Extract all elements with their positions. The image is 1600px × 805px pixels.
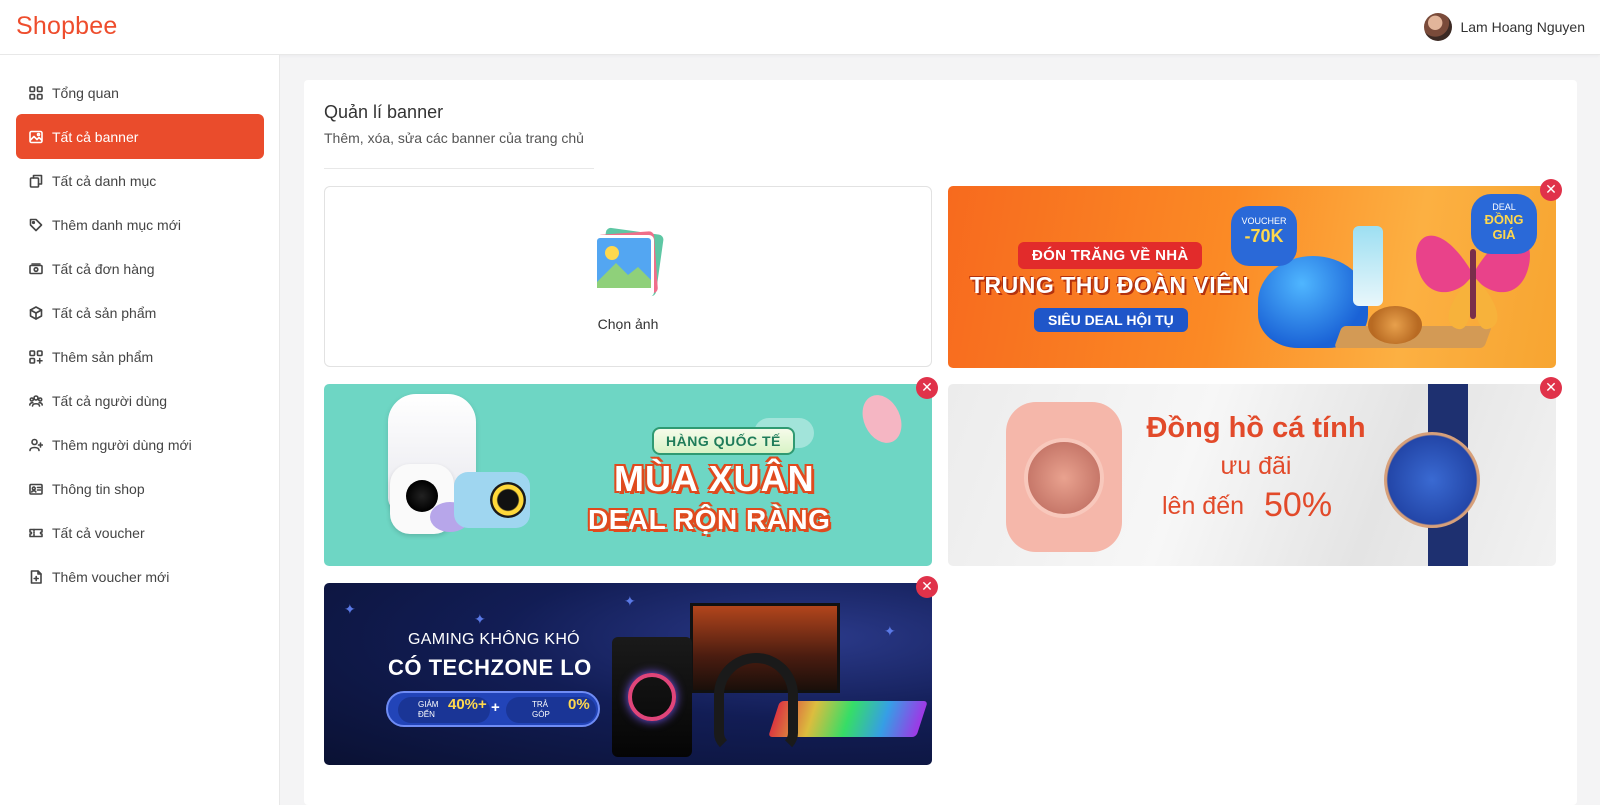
voucher-caption: VOUCHER — [1241, 216, 1287, 226]
sidebar-item-all-products[interactable]: Tất cả sản phẩm — [16, 290, 264, 335]
banner-headline: MÙA XUÂN — [614, 458, 815, 499]
ticket-icon — [29, 526, 43, 540]
banner-headline: DEAL RỘN RÀNG — [588, 504, 831, 535]
snowflake-icon: ✦ — [884, 623, 896, 639]
sidebar-item-all-banners[interactable]: Tất cả banner — [16, 114, 264, 159]
image-icon — [29, 130, 43, 144]
banner-subline: ưu đãi — [1220, 452, 1292, 480]
banner-tag: ĐÓN TRĂNG VỀ NHÀ — [1018, 242, 1203, 269]
remove-banner-button[interactable]: ✕ — [916, 377, 938, 399]
promo-value: 0% — [568, 696, 590, 713]
sidebar-item-label: Tất cả banner — [52, 128, 139, 145]
discount-pill: GIẢM ĐẾN 40%+ — [398, 697, 490, 723]
dashboard-icon — [29, 85, 43, 100]
divider — [324, 168, 594, 169]
banner-dong-ho[interactable]: Đồng hồ cá tính ưu đãi lên đến 50% — [948, 384, 1556, 566]
sidebar-item-label: Tất cả voucher — [52, 524, 145, 541]
id-card-icon — [29, 482, 43, 496]
camera-lens — [490, 482, 526, 518]
kid-camera-image — [454, 472, 530, 528]
sidebar-item-label: Thêm danh mục mới — [52, 216, 182, 233]
banner-headline: CÓ TECHZONE LO — [388, 655, 592, 680]
banner-headline: TRUNG THU ĐOÀN VIÊN — [970, 272, 1250, 298]
banner-tag: HÀNG QUỐC TẾ — [652, 427, 795, 455]
sidebar-item-all-users[interactable]: Tất cả người dùng — [16, 378, 264, 423]
avatar[interactable] — [1424, 13, 1453, 41]
banner-mua-xuan[interactable]: HÀNG QUỐC TẾ MÙA XUÂN DEAL RỘN RÀNG — [324, 384, 932, 566]
remove-banner-button[interactable]: ✕ — [916, 576, 938, 598]
speaker-light — [628, 673, 676, 721]
sidebar-item-label: Thêm voucher mới — [52, 568, 170, 585]
pencil-case-image — [1353, 226, 1383, 306]
speaker-image — [612, 637, 692, 757]
banner-trung-thu[interactable]: ĐÓN TRĂNG VỀ NHÀ TRUNG THU ĐOÀN VIÊN SIÊ… — [948, 186, 1556, 368]
snowflake-icon: ✦ — [344, 601, 356, 617]
sidebar-item-label: Tổng quan — [52, 84, 119, 101]
page-title: Quản lí banner — [324, 102, 444, 122]
installment-pill: TRẢ GÓP 0% — [506, 697, 596, 723]
deal-value: GIÁ — [1492, 227, 1516, 242]
sidebar-item-all-orders[interactable]: Tất cả đơn hàng — [16, 246, 264, 291]
mouse-image — [855, 388, 909, 450]
sidebar-item-all-vouchers[interactable]: Tất cả voucher — [16, 510, 264, 555]
sidebar-item-label: Thêm sản phẩm — [52, 348, 154, 365]
sidebar: Tổng quan Tất cả banner Tất cả danh mục … — [0, 55, 280, 805]
sidebar-item-add-product[interactable]: Thêm sản phẩm — [16, 334, 264, 379]
sidebar-item-label: Tất cả người dùng — [52, 392, 168, 409]
money-icon — [29, 262, 43, 276]
snowflake-icon: ✦ — [624, 593, 636, 609]
voucher-badge: VOUCHER -70K — [1231, 206, 1297, 266]
promo-value: 40%+ — [448, 696, 487, 713]
copy-icon — [29, 174, 43, 188]
banner-tag: SIÊU DEAL HỘI TỤ — [1034, 308, 1188, 332]
sidebar-item-add-category[interactable]: Thêm danh mục mới — [16, 202, 264, 247]
user-plus-icon — [29, 438, 43, 452]
users-icon — [29, 394, 43, 408]
add-grid-icon — [29, 349, 43, 364]
plus-sign: + — [491, 699, 500, 716]
sidebar-item-label: Tất cả danh mục — [52, 172, 157, 189]
top-bar: Shopbee Lam Hoang Nguyen — [0, 0, 1600, 55]
user-name[interactable]: Lam Hoang Nguyen — [1460, 19, 1585, 35]
sidebar-item-all-categories[interactable]: Tất cả danh mục — [16, 158, 264, 203]
snowflake-icon: ✦ — [474, 611, 486, 627]
sidebar-item-label: Tất cả sản phẩm — [52, 304, 157, 321]
logo[interactable]: Shopbee — [16, 12, 118, 41]
box-icon — [29, 305, 43, 320]
banner-subline: GAMING KHÔNG KHÓ — [408, 631, 580, 648]
sidebar-item-overview[interactable]: Tổng quan — [16, 70, 264, 115]
sidebar-item-shop-info[interactable]: Thông tin shop — [16, 466, 264, 511]
upload-label: Chọn ảnh — [597, 316, 659, 332]
promo-pill: GIẢM ĐẾN 40%+ + TRẢ GÓP 0% — [386, 691, 600, 727]
sidebar-item-label: Thông tin shop — [52, 480, 145, 497]
tag-icon — [29, 218, 43, 232]
file-plus-icon — [29, 569, 43, 584]
voucher-value: -70K — [1244, 226, 1284, 246]
discount-value: 50% — [1264, 486, 1333, 524]
user-menu[interactable]: Lam Hoang Nguyen — [1424, 13, 1585, 41]
remove-banner-button[interactable]: ✕ — [1540, 377, 1562, 399]
sidebar-item-label: Thêm người dùng mới — [52, 436, 192, 453]
image-upload-icon — [594, 227, 664, 297]
deal-caption: DEAL — [1492, 202, 1516, 212]
sidebar-item-add-user[interactable]: Thêm người dùng mới — [16, 422, 264, 467]
banner-subline: lên đến — [1162, 492, 1245, 520]
headset-image — [714, 653, 798, 753]
sidebar-item-add-voucher[interactable]: Thêm voucher mới — [16, 554, 264, 599]
banner-gaming[interactable]: ✦ ✦ ✦ ✦ GAMING KHÔNG KHÓ CÓ TECHZONE LO … — [324, 583, 932, 765]
banner-headline: Đồng hồ cá tính — [1146, 412, 1366, 444]
remove-banner-button[interactable]: ✕ — [1540, 179, 1562, 201]
deal-badge: DEAL ĐỒNG GIÁ — [1471, 194, 1537, 254]
page-subtitle: Thêm, xóa, sửa các banner của trang chủ — [324, 130, 584, 146]
deal-value: ĐỒNG — [1484, 212, 1524, 227]
sidebar-item-label: Tất cả đơn hàng — [52, 260, 155, 277]
upload-banner-button[interactable]: Chọn ảnh — [324, 186, 932, 367]
